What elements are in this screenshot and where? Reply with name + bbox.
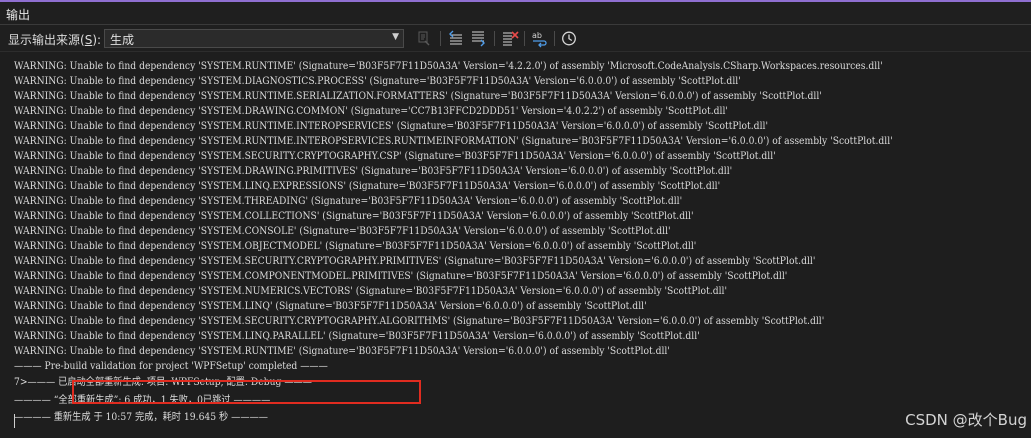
toolbar-separator <box>554 31 555 46</box>
output-source-dropdown[interactable]: 生成 ▼ <box>104 29 404 48</box>
output-line: WARNING: Unable to find dependency 'SYST… <box>14 166 733 177</box>
next-message-icon[interactable] <box>468 29 488 48</box>
output-line: WARNING: Unable to find dependency 'SYST… <box>14 181 721 192</box>
output-panel-titlebar: 输出 <box>0 2 1031 25</box>
output-source-label: 显示输出来源(S): <box>8 33 102 47</box>
chevron-down-icon: ▼ <box>392 32 399 42</box>
previous-message-icon[interactable] <box>446 29 466 48</box>
output-line: WARNING: Unable to find dependency 'SYST… <box>14 106 728 117</box>
output-line: WARNING: Unable to find dependency 'SYST… <box>14 286 728 297</box>
output-source-value: 生成 <box>110 33 135 47</box>
output-line: ———— 重新生成 于 10:57 完成，耗时 19.645 秒 ———— <box>14 412 268 423</box>
output-line: WARNING: Unable to find dependency 'SYST… <box>14 211 694 222</box>
output-line: WARNING: Unable to find dependency 'SYST… <box>14 76 741 87</box>
word-wrap-icon[interactable]: ab <box>530 29 550 48</box>
output-line: WARNING: Unable to find dependency 'SYST… <box>14 61 883 72</box>
output-line: WARNING: Unable to find dependency 'SYST… <box>14 331 700 342</box>
output-lines: WARNING: Unable to find dependency 'SYST… <box>14 52 969 425</box>
text-cursor <box>14 414 15 428</box>
output-line: WARNING: Unable to find dependency 'SYST… <box>14 121 768 132</box>
find-message-in-code-icon[interactable] <box>414 29 434 48</box>
clear-all-icon[interactable] <box>500 29 520 48</box>
output-toolbar: 显示输出来源(S): 生成 ▼ ab <box>0 25 1031 52</box>
svg-text:ab: ab <box>532 31 542 40</box>
output-line: WARNING: Unable to find dependency 'SYST… <box>14 136 893 147</box>
output-line: WARNING: Unable to find dependency 'SYST… <box>14 196 683 207</box>
watermark: CSDN @改个Bug <box>905 411 1027 429</box>
output-text-area[interactable]: WARNING: Unable to find dependency 'SYST… <box>0 52 1031 438</box>
panel-title: 输出 <box>6 8 31 22</box>
vertical-scrollbar[interactable] <box>1025 52 1031 438</box>
output-line: WARNING: Unable to find dependency 'SYST… <box>14 316 825 327</box>
output-line: WARNING: Unable to find dependency 'SYST… <box>14 271 788 282</box>
output-line: WARNING: Unable to find dependency 'SYST… <box>14 241 697 252</box>
toolbar-separator <box>440 31 441 46</box>
toolbar-separator <box>524 31 525 46</box>
toolbar-separator <box>494 31 495 46</box>
output-line: WARNING: Unable to find dependency 'SYST… <box>14 256 816 267</box>
output-line-partial <box>14 52 893 59</box>
timestamp-icon[interactable] <box>559 29 579 48</box>
rebuild-summary-highlight-box <box>72 380 421 404</box>
output-line: ——— Pre-build validation for project 'WP… <box>14 361 328 372</box>
output-line: WARNING: Unable to find dependency 'SYST… <box>14 301 647 312</box>
output-line: WARNING: Unable to find dependency 'SYST… <box>14 346 670 357</box>
output-line: WARNING: Unable to find dependency 'SYST… <box>14 151 776 162</box>
output-line: WARNING: Unable to find dependency 'SYST… <box>14 91 822 102</box>
output-line: WARNING: Unable to find dependency 'SYST… <box>14 226 671 237</box>
